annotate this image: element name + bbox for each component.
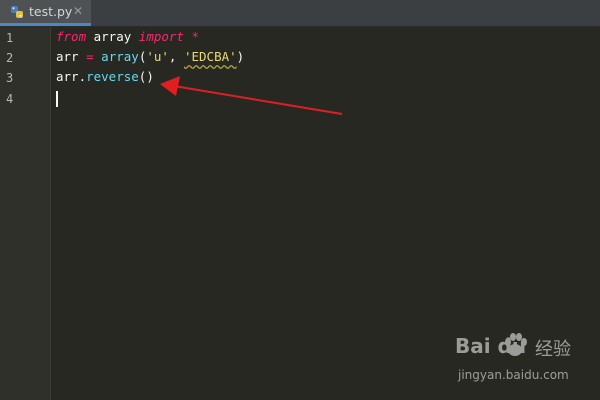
line-number: 2 <box>6 51 14 65</box>
ide-window: test.py ✕ 1 2 3 4 from array import * ar… <box>0 0 600 400</box>
line-number-gutter: 1 2 3 4 <box>0 27 51 400</box>
code-line-3[interactable]: arr.reverse() <box>56 68 154 86</box>
code-token: from <box>56 29 87 44</box>
line-number: 3 <box>6 71 14 85</box>
baidu-watermark: Bai du 经验 jingyan.baidu.com <box>455 332 595 392</box>
code-token: arr. <box>56 69 87 84</box>
watermark-brand: Bai du <box>455 334 527 358</box>
text-cursor <box>56 91 58 107</box>
code-line-2[interactable]: arr = array('u', 'EDCBA') <box>56 48 244 66</box>
tab-filename: test.py <box>29 4 73 19</box>
code-token: ) <box>236 49 245 64</box>
code-token: 'u' <box>146 49 169 64</box>
code-token: () <box>138 69 154 84</box>
watermark-suffix: 经验 <box>535 339 571 360</box>
code-token: array <box>101 49 139 64</box>
code-line-1[interactable]: from array import * <box>56 28 199 46</box>
code-token: array <box>86 29 139 44</box>
code-token: , <box>168 49 184 64</box>
code-token: import <box>138 29 184 44</box>
python-file-icon <box>11 6 23 18</box>
code-token: * <box>183 29 200 44</box>
code-token: reverse <box>86 69 139 84</box>
editor-tab-bar: test.py ✕ <box>0 0 600 27</box>
watermark-url: jingyan.baidu.com <box>458 368 569 382</box>
line-number: 1 <box>6 31 14 45</box>
close-icon[interactable]: ✕ <box>73 3 83 19</box>
code-token: = <box>86 49 94 64</box>
code-token: 'EDCBA' <box>183 49 237 64</box>
tab-test-py[interactable]: test.py ✕ <box>0 0 91 26</box>
code-token: arr <box>56 49 87 64</box>
line-number: 4 <box>6 92 14 106</box>
